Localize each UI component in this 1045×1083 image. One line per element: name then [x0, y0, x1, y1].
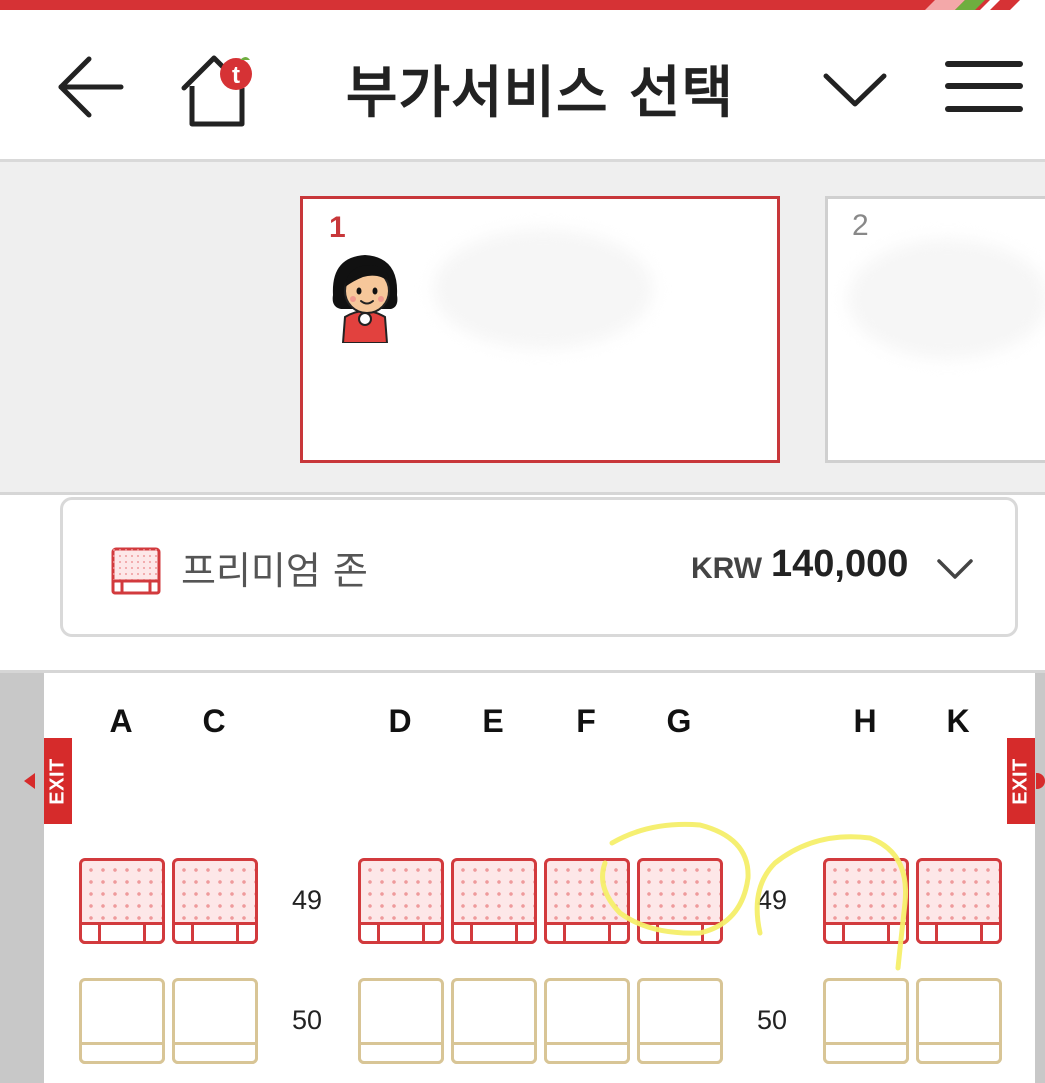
arrow-left-icon [58, 56, 124, 118]
column-label-e: E [482, 703, 504, 739]
column-label-k: K [946, 703, 970, 739]
row-number-left: 49 [291, 885, 323, 915]
female-passenger-avatar-icon [332, 255, 398, 343]
row-number-right: 50 [756, 1005, 788, 1035]
page-title: 부가서비스 선택 [345, 61, 735, 126]
passenger-card-1[interactable]: 1 [300, 196, 780, 463]
row-number-left: 50 [291, 1005, 323, 1035]
seat-49a[interactable] [79, 858, 165, 944]
exit-sign-left: EXIT [44, 738, 72, 824]
seat-50k[interactable] [916, 978, 1002, 1064]
seat-49k[interactable] [916, 858, 1002, 944]
exit-label: EXIT [46, 757, 69, 805]
seat-map: EXIT EXIT A C D E F G H K 49 49 50 50 [0, 670, 1045, 1083]
passenger-card-2[interactable]: 2 [825, 196, 1045, 463]
seat-50g[interactable] [637, 978, 723, 1064]
svg-text:t: t [232, 62, 240, 89]
exit-arrow-left-icon [24, 773, 35, 789]
app-header: t 부가서비스 선택 [0, 10, 1045, 162]
seat-50f[interactable] [544, 978, 630, 1064]
exit-sign-right: EXIT [1007, 738, 1035, 824]
seat-50c[interactable] [172, 978, 258, 1064]
passenger-number: 1 [329, 211, 346, 244]
title-dropdown-button[interactable] [820, 60, 890, 120]
column-label-g: G [666, 703, 692, 739]
seat-49c[interactable] [172, 858, 258, 944]
seat-50e[interactable] [451, 978, 537, 1064]
home-button[interactable]: t [180, 52, 260, 128]
zone-currency: KRW [691, 552, 763, 585]
row-number-right: 49 [756, 885, 788, 915]
column-label-d: D [388, 703, 412, 739]
top-accent-stripe [0, 0, 1045, 10]
home-icon: t [181, 55, 252, 127]
chevron-down-icon [937, 559, 973, 579]
hamburger-menu-icon [945, 61, 1023, 112]
column-label-a: A [109, 703, 133, 739]
passenger-number: 2 [852, 209, 869, 242]
redacted-name-area [433, 229, 653, 349]
seat-49h[interactable] [823, 858, 909, 944]
back-button[interactable] [55, 54, 127, 120]
chevron-down-icon [823, 73, 887, 107]
zone-select-dropdown[interactable]: 프리미엄 존 KRW 140,000 [60, 497, 1018, 637]
seat-49e[interactable] [451, 858, 537, 944]
zone-section: 프리미엄 존 KRW 140,000 [0, 495, 1045, 670]
fuselage-right-wall [1035, 673, 1045, 1083]
exit-label: EXIT [1009, 757, 1032, 805]
fuselage-left-wall [0, 673, 44, 1083]
zone-label: 프리미엄 존 [181, 549, 368, 593]
seat-49g[interactable] [637, 858, 723, 944]
seat-50d[interactable] [358, 978, 444, 1064]
column-label-h: H [853, 703, 877, 739]
seat-49f[interactable] [544, 858, 630, 944]
column-label-c: C [202, 703, 226, 739]
column-label-f: F [576, 703, 596, 739]
seat-49d[interactable] [358, 858, 444, 944]
passenger-selector: 1 2 [0, 162, 1045, 495]
redacted-name-area [848, 239, 1045, 359]
seat-50a[interactable] [79, 978, 165, 1064]
menu-button[interactable] [944, 56, 1024, 120]
seat-50h[interactable] [823, 978, 909, 1064]
zone-price: 140,000 [771, 543, 909, 585]
premium-seat-icon [111, 547, 161, 595]
